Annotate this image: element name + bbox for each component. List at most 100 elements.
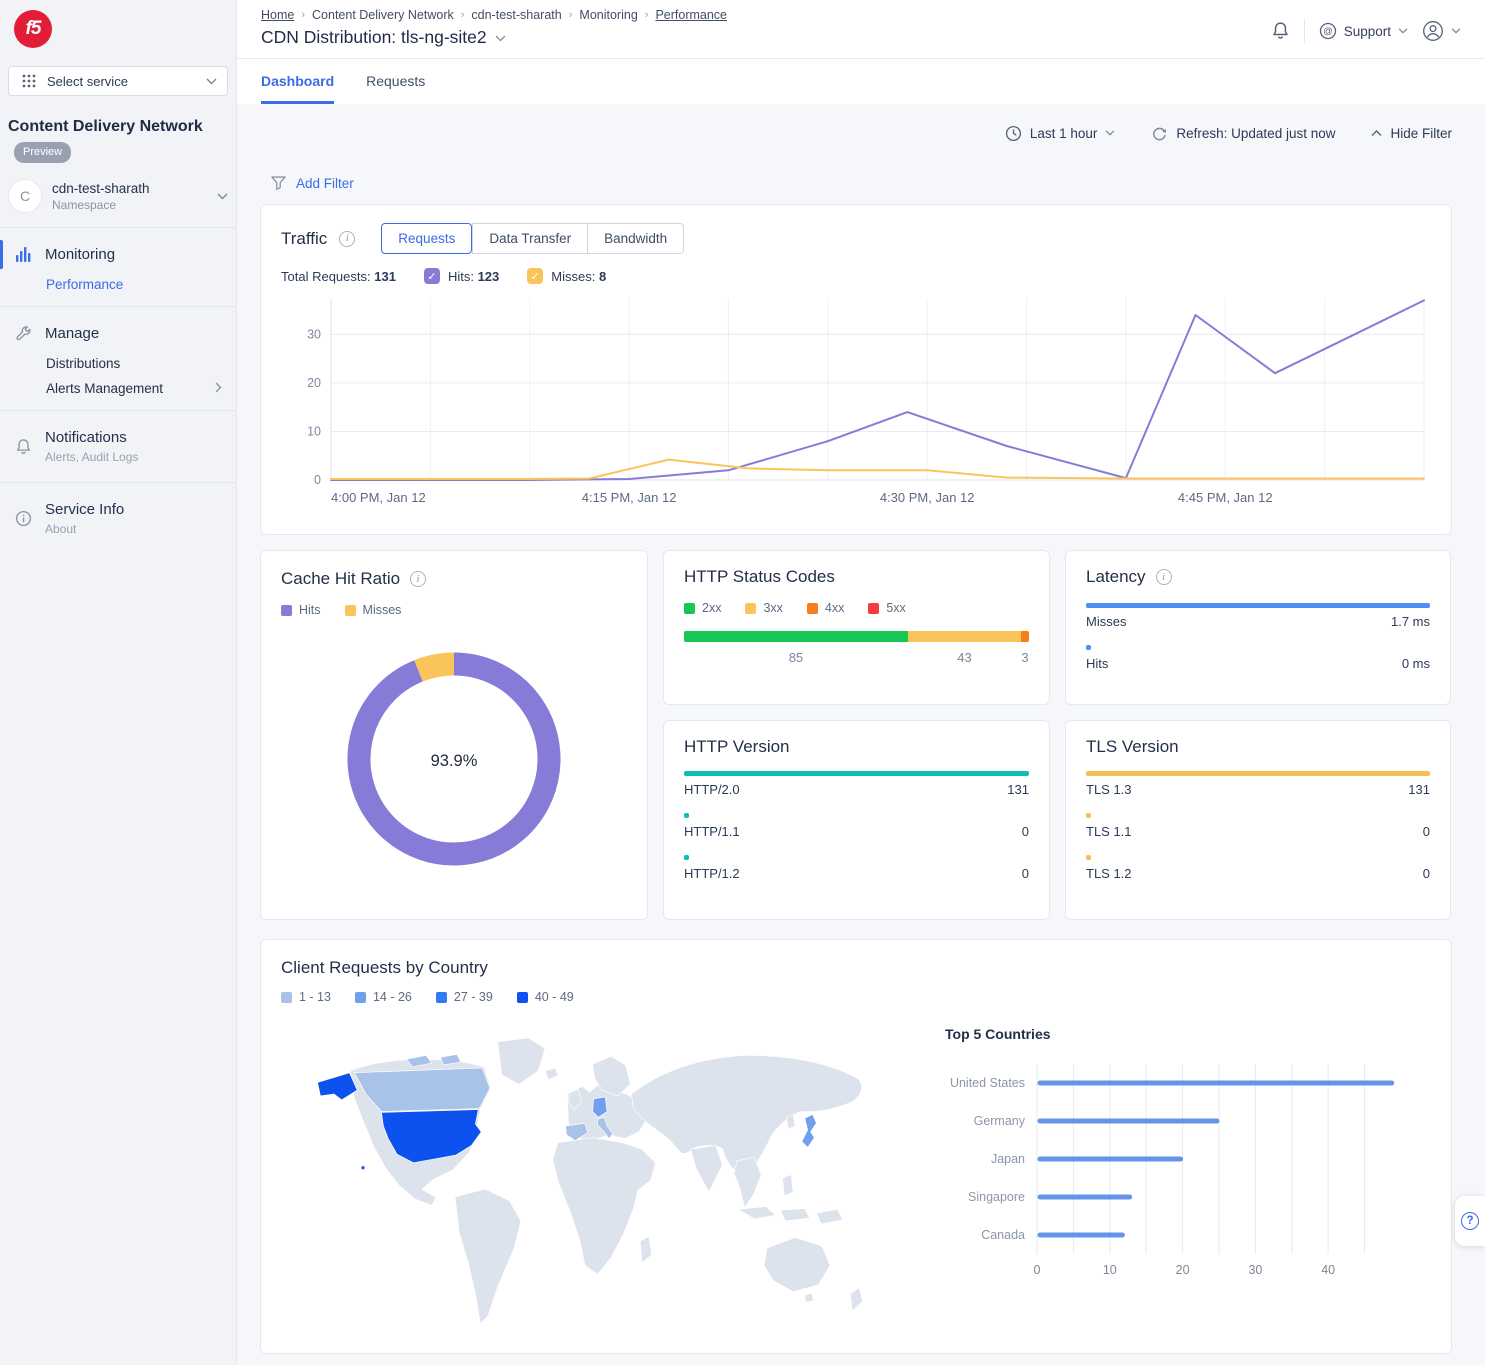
info-icon[interactable]: i	[410, 571, 426, 587]
f5-logo-text: f5	[26, 18, 41, 40]
refresh-button[interactable]: Refresh: Updated just now	[1151, 125, 1335, 142]
chevron-down-icon	[217, 187, 228, 205]
time-range-selector[interactable]: Last 1 hour	[1005, 125, 1116, 142]
divider	[1304, 19, 1305, 43]
latency-row-hits: Hits0 ms	[1086, 645, 1430, 671]
chevron-down-icon	[1105, 130, 1115, 136]
sidebar-item-subtitle: About	[45, 522, 124, 536]
top5-countries-bar-chart: 010203040United StatesGermanyJapanSingap…	[919, 1042, 1431, 1302]
svg-text:40: 40	[1321, 1263, 1335, 1277]
svg-text:4:00 PM, Jan 12: 4:00 PM, Jan 12	[331, 490, 426, 505]
sidebar-item-alerts-management[interactable]: Alerts Management	[0, 373, 236, 398]
avatar-icon	[1422, 20, 1444, 42]
http-version-row: HTTP/2.0131	[684, 771, 1029, 797]
svg-text:20: 20	[1176, 1263, 1190, 1277]
tab-requests[interactable]: Requests	[366, 73, 425, 104]
legend-range-3: 27 - 39	[436, 990, 493, 1004]
total-requests-stat: Total Requests: 131	[281, 269, 396, 284]
traffic-tab-requests[interactable]: Requests	[381, 223, 472, 254]
main-area: Home › Content Delivery Network › cdn-te…	[237, 0, 1485, 1365]
cache-hit-ratio-value: 93.9%	[338, 643, 570, 880]
legend-4xx: 4xx	[807, 601, 844, 615]
chevron-down-icon	[206, 72, 217, 90]
add-filter-button[interactable]: Add Filter	[260, 172, 1452, 194]
f5-logo[interactable]: f5	[14, 10, 52, 48]
notifications-bell-button[interactable]	[1271, 21, 1290, 41]
breadcrumb-separator: ›	[569, 9, 573, 21]
namespace-selector[interactable]: C cdn-test-sharath Namespace	[8, 179, 228, 213]
help-button[interactable]: ?	[1455, 1196, 1485, 1246]
sidebar-item-performance[interactable]: Performance	[0, 269, 236, 294]
breadcrumb-performance[interactable]: Performance	[655, 8, 727, 22]
support-label: Support	[1344, 24, 1391, 39]
sidebar-item-label: Notifications	[45, 429, 127, 446]
sidebar-item-monitoring[interactable]: Monitoring	[0, 240, 236, 269]
breadcrumb-separator: ›	[461, 9, 465, 21]
tab-dashboard[interactable]: Dashboard	[261, 73, 334, 104]
time-range-label: Last 1 hour	[1030, 126, 1098, 141]
bell-icon	[1271, 21, 1290, 41]
sidebar-item-label: Manage	[45, 325, 99, 342]
legend-3xx: 3xx	[745, 601, 782, 615]
misses-checkbox[interactable]: ✓ Misses: 8	[527, 268, 606, 284]
traffic-title: Traffic	[281, 229, 327, 249]
svg-text:United States: United States	[950, 1076, 1025, 1090]
traffic-tab-bandwidth[interactable]: Bandwidth	[588, 223, 684, 254]
breadcrumb: Home › Content Delivery Network › cdn-te…	[261, 8, 727, 22]
svg-text:Germany: Germany	[974, 1114, 1026, 1128]
namespace-name: cdn-test-sharath	[52, 181, 207, 196]
svg-text:0: 0	[1034, 1263, 1041, 1277]
cache-hit-ratio-card: Cache Hit Ratio i Hits Misses 93.9%	[260, 550, 648, 920]
question-mark-icon: ?	[1461, 1212, 1479, 1230]
hits-checkbox[interactable]: ✓ Hits: 123	[424, 268, 499, 284]
sidebar-subitem-label: Alerts Management	[46, 381, 163, 396]
svg-text:4:30 PM, Jan 12: 4:30 PM, Jan 12	[880, 490, 975, 505]
tls-version-row: TLS 1.20	[1086, 855, 1430, 881]
traffic-tab-data-transfer[interactable]: Data Transfer	[472, 223, 588, 254]
legend-range-1: 1 - 13	[281, 990, 331, 1004]
svg-text:10: 10	[1103, 1263, 1117, 1277]
status-segment-3xx	[908, 631, 1021, 642]
client-requests-title: Client Requests by Country	[281, 958, 1431, 978]
chevron-up-icon	[1371, 130, 1382, 137]
sidebar-item-distributions[interactable]: Distributions	[0, 348, 236, 373]
at-icon: @	[1319, 22, 1337, 40]
product-title-text: Content Delivery Network	[8, 118, 203, 135]
sidebar-item-manage[interactable]: Manage	[0, 319, 236, 348]
nav-section-notifications: Notifications Alerts, Audit Logs	[0, 410, 236, 482]
tls-version-row: TLS 1.10	[1086, 813, 1430, 839]
hide-filter-label: Hide Filter	[1390, 126, 1452, 141]
breadcrumb-cdn[interactable]: Content Delivery Network	[312, 8, 454, 22]
status-segment-4xx	[1021, 631, 1029, 642]
breadcrumb-home[interactable]: Home	[261, 8, 294, 22]
chevron-right-icon	[215, 381, 222, 396]
breadcrumb-monitoring[interactable]: Monitoring	[579, 8, 637, 22]
sidebar-item-notifications[interactable]: Notifications Alerts, Audit Logs	[0, 423, 236, 470]
svg-text:Japan: Japan	[991, 1152, 1025, 1166]
info-icon[interactable]: i	[339, 231, 355, 247]
user-menu-button[interactable]	[1422, 20, 1461, 42]
active-indicator	[0, 240, 3, 269]
bell-icon	[13, 438, 33, 456]
world-choropleth-map	[281, 1010, 881, 1349]
sidebar-item-label: Monitoring	[45, 246, 115, 263]
chevron-down-icon	[1451, 28, 1461, 34]
tls-version-card: TLS Version TLS 1.3131 TLS 1.10 TLS 1.20	[1065, 720, 1451, 920]
legend-range-2: 14 - 26	[355, 990, 412, 1004]
sidebar-item-service-info[interactable]: Service Info About	[0, 495, 236, 542]
add-filter-label: Add Filter	[296, 176, 354, 191]
page-title: CDN Distribution: tls-ng-site2	[261, 27, 487, 48]
info-icon[interactable]: i	[1156, 569, 1172, 585]
http-status-codes-card: HTTP Status Codes 2xx 3xx 4xx 5xx 85433	[663, 550, 1050, 705]
hide-filter-button[interactable]: Hide Filter	[1371, 126, 1452, 141]
sidebar-item-label: Service Info	[45, 501, 124, 518]
page-title-dropdown[interactable]: CDN Distribution: tls-ng-site2	[261, 27, 727, 48]
preview-badge: Preview	[14, 142, 71, 164]
select-service-dropdown[interactable]: Select service	[8, 66, 228, 96]
nav-section-monitoring: Monitoring Performance	[0, 227, 236, 306]
http-version-title: HTTP Version	[684, 737, 1029, 757]
breadcrumb-separator: ›	[301, 9, 305, 21]
support-menu-button[interactable]: @ Support	[1319, 22, 1408, 40]
breadcrumb-namespace[interactable]: cdn-test-sharath	[471, 8, 561, 22]
bar-chart-icon	[13, 247, 33, 262]
